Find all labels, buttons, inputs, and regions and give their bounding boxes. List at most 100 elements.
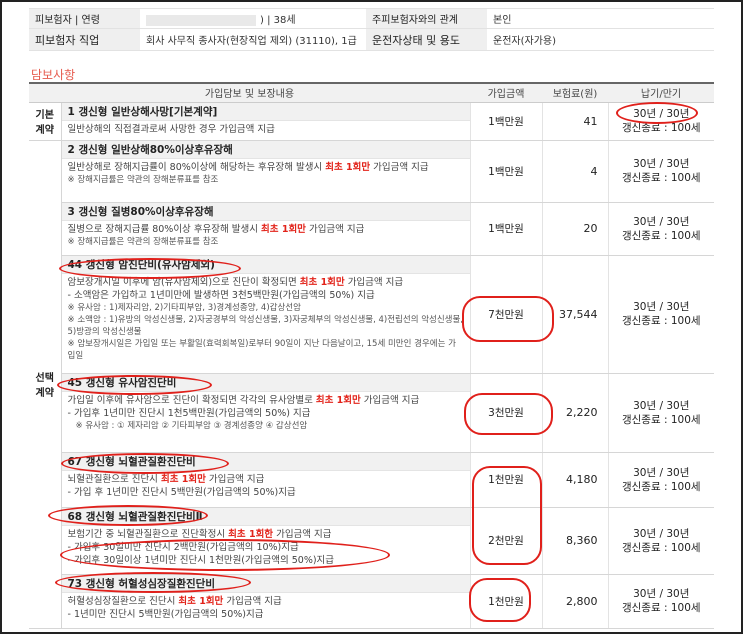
premium-cell: 4 xyxy=(541,140,609,203)
desc-highlight: 최초 1회만 xyxy=(160,473,206,485)
desc-line: - 가입후 1년미만 진단시 1천5백만원(가입금액의 50%) 지급 xyxy=(67,407,311,419)
premium-cell: 8,360 xyxy=(541,507,609,575)
coverage-cell: 2 갱신형 일반상해80%이상후유장해 일반상해로 장해지급률이 80%이상에 … xyxy=(61,140,471,203)
desc-note: ※ 유사암 : 1)제자리암, 2)기타피부암, 3)경계성종양, 4)갑상선암 xyxy=(67,302,301,313)
coverage-description: 암보장개시일 이후에 암(유사암제외)으로 진단이 확정되면 최초 1회만 가입… xyxy=(62,274,470,365)
term-line1: 30년 / 30년 xyxy=(633,399,690,412)
desc-highlight: 최초 1회만 xyxy=(178,595,224,607)
occupation-label: 피보험자 직업 xyxy=(29,28,140,51)
coverage-description: 일반상해의 직접결과로써 사망한 경우 가입금액 지급 xyxy=(62,121,470,139)
term-line2: 갱신종료 : 100세 xyxy=(621,541,701,554)
section-title: 담보사항 xyxy=(31,68,76,82)
desc-note: ※ 소액암 : 1)유방의 악성신생물, 2)자궁경부의 악성신생물, 3)자궁… xyxy=(67,314,464,337)
coverage-description: 가입일 이후에 유사암으로 진단이 확정되면 각각의 유사암별로 최초 1회만 … xyxy=(62,392,470,435)
table-row: 45 갱신형 유사암진단비 가입일 이후에 유사암으로 진단이 확정되면 각각의… xyxy=(29,373,715,453)
desc-text: 가입금액 지급 xyxy=(223,595,282,607)
term-cell: 30년 / 30년 갱신종료 : 100세 xyxy=(607,255,715,374)
coverage-description: 보험기간 중 뇌혈관질환으로 진단확정시 최초 1회한 가입금액 지급 - 가입후… xyxy=(62,526,470,570)
coverage-description: 뇌혈관질환으로 진단시 최초 1회만 가입금액 지급 - 가입 후 1년미만 진단… xyxy=(62,471,470,502)
desc-line: - 가입후 30일미만 진단시 2백만원(가입금액의 10%)지급 xyxy=(67,541,299,553)
desc-text: 암보장개시일 이후에 암(유사암제외)으로 진단이 확정되면 xyxy=(67,276,300,288)
table-row: 73 갱신형 허혈성심장질환진단비 허혈성심장질환으로 진단시 최초 1회만 가… xyxy=(29,574,715,629)
desc-highlight: 최초 1회만 xyxy=(261,223,306,235)
desc-text: 일반상해의 직접결과로써 사망한 경우 가입금액 지급 xyxy=(67,123,275,135)
desc-note: ※ 유사암 : ① 제자리암 ② 기타피부암 ③ 경계성종양 ④ 갑상선암 xyxy=(75,420,308,431)
category-optional-line1: 선택 xyxy=(35,373,54,384)
desc-note: ※ 장해지급률은 약관의 장해분류표를 참조 xyxy=(67,174,219,185)
table-row: 67 갱신형 뇌혈관질환진단비 뇌혈관질환으로 진단시 최초 1회만 가입금액 … xyxy=(29,452,715,508)
insured-info-row: 피보험자 | 연령 ) | 38세 주피보험자와의 관계 본인 xyxy=(29,8,714,29)
table-row: 3 갱신형 질병80%이상후유장해 질병으로 장해지급률 80%이상 후유장해 … xyxy=(29,202,715,256)
coverage-title: 68 갱신형 뇌혈관질환진단비Ⅱ xyxy=(61,507,470,526)
amount-cell: 7천만원 xyxy=(469,255,543,374)
coverage-description: 일반상해로 장해지급률이 80%이상에 해당하는 후유장해 발생시 최초 1회만… xyxy=(62,159,470,189)
insured-info-table: 피보험자 | 연령 ) | 38세 주피보험자와의 관계 본인 피보험자 직업 … xyxy=(29,8,714,51)
premium-cell: 2,220 xyxy=(541,373,609,453)
header-premium: 보험료(원) xyxy=(542,82,609,103)
coverage-cell: 1 갱신형 일반상해사망[기본계약] 일반상해의 직접결과로써 사망한 경우 가… xyxy=(61,102,471,141)
coverage-title: 67 갱신형 뇌혈관질환진단비 xyxy=(61,452,470,471)
coverage-cell: 68 갱신형 뇌혈관질환진단비Ⅱ 보험기간 중 뇌혈관질환으로 진단확정시 최초… xyxy=(61,507,471,575)
term-line2: 갱신종료 : 100세 xyxy=(621,413,701,426)
header-term: 납기/만기 xyxy=(608,82,715,103)
term-line2: 갱신종료 : 100세 xyxy=(621,602,701,614)
desc-note: ※ 암보장개시일은 가입일 또는 부활일(효력회복일)로부터 90일이 지난 다… xyxy=(67,338,456,361)
desc-highlight: 최초 1회한 xyxy=(228,528,274,540)
insured-info-row: 피보험자 직업 회사 사무직 종사자(현장직업 제외) (31110), 1급 … xyxy=(29,28,714,51)
insured-age-value: ) | 38세 xyxy=(140,8,366,29)
category-optional: 선택계약 xyxy=(29,140,62,629)
desc-text: 가입금액 지급 xyxy=(360,394,420,406)
term-line2: 갱신종료 : 100세 xyxy=(621,480,701,493)
amount-cell: 1백만원 xyxy=(469,202,543,256)
desc-text: 보험기간 중 뇌혈관질환으로 진단확정시 xyxy=(67,528,229,540)
coverage-description: 허혈성심장질환으로 진단시 최초 1회만 가입금액 지급 - 1년미만 진단시 5… xyxy=(62,593,470,624)
term-cell: 30년 / 30년 갱신종료 : 100세 xyxy=(607,452,715,508)
term-line1: 30년 / 30년 xyxy=(633,588,690,600)
amount-cell: 3천만원 xyxy=(469,373,543,453)
insured-age-label: 피보험자 | 연령 xyxy=(29,8,140,29)
header-amount: 가입금액 xyxy=(470,82,543,103)
amount-cell: 1천만원 xyxy=(469,452,543,508)
table-row: 선택계약 2 갱신형 일반상해80%이상후유장해 일반상해로 장해지급률이 80… xyxy=(29,140,715,629)
desc-text: 뇌혈관질환으로 진단시 xyxy=(67,473,161,485)
term-cell: 30년 / 30년 갱신종료 : 100세 xyxy=(607,102,715,141)
premium-cell: 41 xyxy=(541,102,609,141)
term-line1: 30년 / 30년 xyxy=(633,466,690,479)
coverage-title: 73 갱신형 허혈성심장질환진단비 xyxy=(61,574,470,593)
coverage-cell: 3 갱신형 질병80%이상후유장해 질병으로 장해지급률 80%이상 후유장해 … xyxy=(61,202,471,256)
coverage-description: 질병으로 장해지급률 80%이상 후유장해 발생시 최초 1회만 가입금액 지급… xyxy=(62,221,470,251)
term-line2: 갱신종료 : 100세 xyxy=(621,229,701,242)
table-header-row: 가입담보 및 보장내용 가입금액 보험료(원) 납기/만기 xyxy=(29,82,715,103)
desc-text: 가입금액 지급 xyxy=(273,528,332,540)
premium-cell: 4,180 xyxy=(541,452,609,508)
desc-text: 가입금액 지급 xyxy=(305,223,365,235)
coverage-cell: 67 갱신형 뇌혈관질환진단비 뇌혈관질환으로 진단시 최초 1회만 가입금액 … xyxy=(61,452,471,508)
premium-cell: 20 xyxy=(541,202,609,256)
amount-cell: 1백만원 xyxy=(469,140,543,203)
amount-cell: 1백만원 xyxy=(469,102,543,141)
desc-highlight: 최초 1회만 xyxy=(325,161,371,173)
coverage-title: 2 갱신형 일반상해80%이상후유장해 xyxy=(61,140,470,159)
desc-text: 가입금액 지급 xyxy=(344,276,404,288)
coverage-cell: 73 갱신형 허혈성심장질환진단비 허혈성심장질환으로 진단시 최초 1회만 가… xyxy=(61,574,471,629)
table-row: 68 갱신형 뇌혈관질환진단비Ⅱ 보험기간 중 뇌혈관질환으로 진단확정시 최초… xyxy=(29,507,715,575)
desc-highlight: 최초 1회만 xyxy=(315,394,361,406)
premium-cell: 37,544 xyxy=(541,255,609,374)
category-basic-line1: 기본 xyxy=(35,110,54,121)
table-row: 기본 계약 1 갱신형 일반상해사망[기본계약] 일반상해의 직접결과로써 사망한… xyxy=(29,102,715,141)
term-line2: 갱신종료 : 100세 xyxy=(621,122,701,134)
desc-text: 질병으로 장해지급률 80%이상 후유장해 발생시 xyxy=(67,223,262,235)
desc-line: - 1년미만 진단시 5백만원(가입금액의 50%)지급 xyxy=(67,608,264,620)
desc-text: 허혈성심장질환으로 진단시 xyxy=(67,595,179,607)
term-line1: 30년 / 30년 xyxy=(633,215,690,228)
term-line1: 30년 / 30년 xyxy=(633,301,690,313)
term-line2: 갱신종료 : 100세 xyxy=(621,172,701,184)
desc-line: - 가입후 30일이상 1년미만 진단시 1천만원(가입금액의 50%)지급 xyxy=(67,554,335,566)
amount-cell: 2천만원 xyxy=(469,507,543,575)
desc-note: ※ 장해지급률은 약관의 장해분류표를 참조 xyxy=(67,236,219,247)
term-cell: 30년 / 30년 갱신종료 : 100세 xyxy=(607,373,715,453)
occupation-value: 회사 사무직 종사자(현장직업 제외) (31110), 1급 xyxy=(140,28,366,51)
insured-age-tail: ) | 38세 xyxy=(260,15,296,26)
category-optional-line2: 계약 xyxy=(35,388,54,399)
coverage-cell: 45 갱신형 유사암진단비 가입일 이후에 유사암으로 진단이 확정되면 각각의… xyxy=(61,373,471,453)
